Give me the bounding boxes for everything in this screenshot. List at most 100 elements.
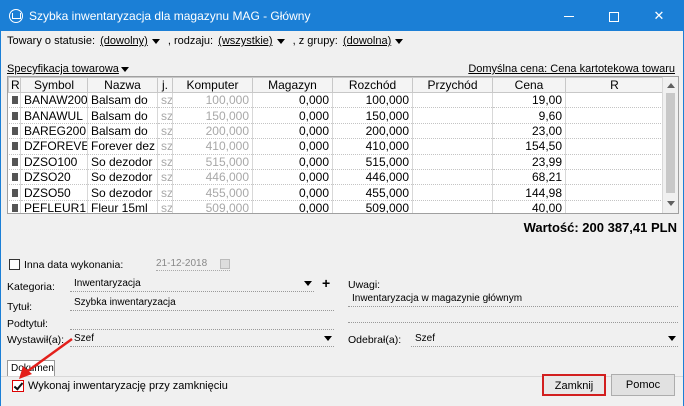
cell-unit[interactable]: sz <box>157 154 173 170</box>
cell-nazwa[interactable]: So dezodor <box>87 184 158 201</box>
group-filter-dropdown[interactable]: (dowolna) <box>343 35 405 47</box>
cell-cena[interactable]: 23,00 <box>492 123 566 140</box>
cell-cena[interactable]: 144,98 <box>492 184 566 201</box>
cell-komputer[interactable]: 446,000 <box>172 169 253 186</box>
cell-rozchod[interactable]: 100,000 <box>332 92 413 109</box>
cell-r2[interactable] <box>565 200 664 213</box>
cell-symbol[interactable]: DZSO20 <box>20 169 88 186</box>
cell-r2[interactable] <box>565 138 664 155</box>
kind-filter-dropdown[interactable]: (wszystkie) <box>218 35 286 47</box>
cell-rozchod[interactable]: 455,000 <box>332 184 413 201</box>
col-magazyn[interactable]: Magazyn <box>252 77 333 93</box>
cell-przychod[interactable] <box>412 138 493 155</box>
cell-symbol[interactable]: BAREG200 <box>20 123 88 140</box>
cell-cena[interactable]: 68,21 <box>492 169 566 186</box>
scroll-down-icon[interactable] <box>667 201 675 206</box>
uwagi-input-line2[interactable] <box>348 307 678 323</box>
cell-przychod[interactable] <box>412 154 493 170</box>
cell-nazwa[interactable]: Balsam do <box>87 92 158 109</box>
cell-rozchod[interactable]: 509,000 <box>332 200 413 213</box>
cell-magazyn[interactable]: 0,000 <box>252 200 333 213</box>
cell-cena[interactable]: 40,00 <box>492 200 566 213</box>
close-window-button[interactable]: ✕ <box>637 1 681 31</box>
cell-rozchod[interactable]: 446,000 <box>332 169 413 186</box>
cell-magazyn[interactable]: 0,000 <box>252 138 333 155</box>
cell-symbol[interactable]: BANAW200 <box>20 92 88 109</box>
cell-unit[interactable]: sz <box>157 123 173 140</box>
vertical-scrollbar[interactable] <box>662 77 678 213</box>
cell-unit[interactable]: sz <box>157 200 173 213</box>
cell-nazwa[interactable]: So dezodor <box>87 169 158 186</box>
cell-symbol[interactable]: BANAWUL <box>20 107 88 124</box>
cell-przychod[interactable] <box>412 123 493 140</box>
scroll-up-icon[interactable] <box>667 83 675 88</box>
cell-r2[interactable] <box>565 169 664 186</box>
cell-przychod[interactable] <box>412 107 493 124</box>
calendar-icon[interactable] <box>220 259 230 269</box>
col-nazwa[interactable]: Nazwa <box>87 77 158 93</box>
maximize-button[interactable] <box>592 1 636 31</box>
table-row[interactable]: BAREG200 Balsam do sz 200,000 0,000 200,000 23… <box>8 123 664 140</box>
cell-symbol[interactable]: DZSO100 <box>20 154 88 170</box>
cell-r2[interactable] <box>565 92 664 109</box>
cell-r2[interactable] <box>565 107 664 124</box>
table-row[interactable]: DZSO100 So dezodor sz 515,000 0,000 515,000 23… <box>8 154 664 170</box>
table-row[interactable]: BANAW200 Balsam do sz 100,000 0,000 100,000 19… <box>8 92 664 109</box>
cell-unit[interactable]: sz <box>157 138 173 155</box>
col-przychod[interactable]: Przychód <box>412 77 493 93</box>
cell-nazwa[interactable]: Balsam do <box>87 107 158 124</box>
podtytul-input[interactable] <box>70 314 334 330</box>
cell-komputer[interactable]: 150,000 <box>172 107 253 124</box>
default-price-link[interactable]: Domyślna cena: Cena kartotekowa towaru <box>468 63 675 75</box>
cell-cena[interactable]: 9,60 <box>492 107 566 124</box>
cell-r2[interactable] <box>565 123 664 140</box>
wystawil-dropdown[interactable]: Szef <box>70 331 334 347</box>
add-category-button[interactable]: + <box>322 275 330 291</box>
cell-rozchod[interactable]: 410,000 <box>332 138 413 155</box>
table-row[interactable]: DZFOREVE Forever dez sz 410,000 0,000 410,000… <box>8 138 664 155</box>
cell-komputer[interactable]: 200,000 <box>172 123 253 140</box>
col-symbol[interactable]: Symbol <box>20 77 88 93</box>
minimize-button[interactable] <box>547 1 591 31</box>
cell-symbol[interactable]: DZSO50 <box>20 184 88 201</box>
cell-r2[interactable] <box>565 154 664 170</box>
cell-komputer[interactable]: 515,000 <box>172 154 253 170</box>
cell-nazwa[interactable]: Balsam do <box>87 123 158 140</box>
other-date-checkbox[interactable] <box>9 259 20 270</box>
col-r[interactable]: R <box>8 77 21 93</box>
cell-komputer[interactable]: 100,000 <box>172 92 253 109</box>
cell-magazyn[interactable]: 0,000 <box>252 154 333 170</box>
cell-nazwa[interactable]: Forever dez <box>87 138 158 155</box>
col-komputer[interactable]: Komputer <box>172 77 253 93</box>
cell-unit[interactable]: sz <box>157 184 173 201</box>
cell-rozchod[interactable]: 200,000 <box>332 123 413 140</box>
col-r2[interactable]: R <box>565 77 664 93</box>
cell-magazyn[interactable]: 0,000 <box>252 169 333 186</box>
table-row[interactable]: PEFLEUR1 Fleur 15ml sz 509,000 0,000 509,000 4… <box>8 200 664 213</box>
cell-magazyn[interactable]: 0,000 <box>252 184 333 201</box>
spec-dropdown[interactable]: Specyfikacja towarowa <box>7 63 129 75</box>
table-row[interactable]: BANAWUL Balsam do sz 150,000 0,000 150,000 9,6… <box>8 107 664 124</box>
cell-komputer[interactable]: 410,000 <box>172 138 253 155</box>
kategoria-dropdown[interactable]: Inwentaryzacja <box>70 276 314 292</box>
cell-komputer[interactable]: 509,000 <box>172 200 253 213</box>
cell-magazyn[interactable]: 0,000 <box>252 123 333 140</box>
cell-nazwa[interactable]: So dezodor <box>87 154 158 170</box>
cell-unit[interactable]: sz <box>157 92 173 109</box>
uwagi-input[interactable]: Inwentaryzacja w magazynie głównym <box>348 291 678 307</box>
items-grid[interactable]: R Symbol Nazwa j. Komputer Magazyn Rozch… <box>7 76 679 214</box>
cell-przychod[interactable] <box>412 200 493 213</box>
status-filter-dropdown[interactable]: (dowolny) <box>100 35 162 47</box>
other-date-field[interactable]: 21-12-2018 <box>156 258 230 271</box>
cell-nazwa[interactable]: Fleur 15ml <box>87 200 158 213</box>
help-button[interactable]: Pomoc <box>611 374 675 396</box>
odebral-dropdown[interactable]: Szef <box>411 331 678 347</box>
cell-magazyn[interactable]: 0,000 <box>252 107 333 124</box>
cell-magazyn[interactable]: 0,000 <box>252 92 333 109</box>
cell-przychod[interactable] <box>412 92 493 109</box>
cell-cena[interactable]: 19,00 <box>492 92 566 109</box>
cell-rozchod[interactable]: 515,000 <box>332 154 413 170</box>
scroll-thumb[interactable] <box>666 93 675 193</box>
cell-unit[interactable]: sz <box>157 107 173 124</box>
cell-cena[interactable]: 23,99 <box>492 154 566 170</box>
